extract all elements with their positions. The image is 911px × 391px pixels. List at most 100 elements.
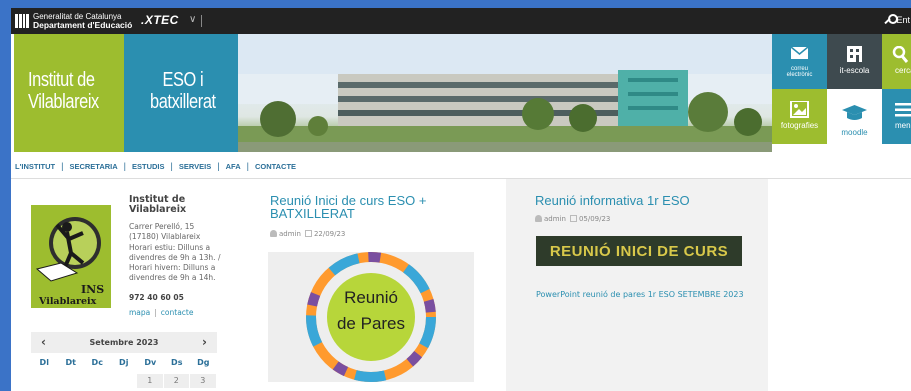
- banner-name-line1: Institut de: [28, 69, 95, 91]
- hamburger-icon: [895, 103, 911, 117]
- user-icon: [535, 215, 542, 222]
- calendar-title: Setembre 2023: [89, 338, 159, 347]
- school-card-name: Institut de Vilablareix: [129, 195, 229, 215]
- weekday-label: Dt: [65, 358, 76, 367]
- nav-item-afa[interactable]: AFA: [226, 162, 241, 171]
- logo-text-vilablareix: Vilablareix: [38, 296, 97, 307]
- xtec-logo[interactable]: .XTEC: [141, 13, 179, 27]
- search-icon: [892, 46, 909, 63]
- powerpoint-link[interactable]: PowerPoint reunió de pares 1r ESO SETEMB…: [536, 287, 748, 302]
- graduation-cap-icon: [842, 105, 867, 120]
- calendar-day-empty: [111, 374, 138, 388]
- chevron-right-icon[interactable]: ›: [202, 335, 207, 349]
- post-meta: admin 22/09/23: [270, 230, 345, 238]
- hours-winter-line1: Horari hivern: Dilluns a: [129, 263, 216, 273]
- levels-title: ESO i batxillerat: [150, 69, 216, 113]
- post-card: Reunió informativa 1r ESO admin 05/09/23 …: [506, 179, 768, 391]
- school-address: Carrer Perelló, 15 (17180) Vilablareix H…: [129, 222, 247, 284]
- nav-item-institut[interactable]: L'INSTITUT: [15, 162, 55, 171]
- weekday-label: Dc: [91, 358, 103, 367]
- chevron-down-icon[interactable]: ∨: [189, 14, 196, 25]
- photos-tile-button[interactable]: fotografies: [772, 89, 827, 144]
- calendar-week-row: 1 2 3: [31, 374, 217, 388]
- school-links: mapa | contacte: [129, 308, 193, 317]
- building-icon: [847, 46, 862, 62]
- mail-tile-label: correu electrònic: [772, 66, 827, 78]
- link-separator: |: [154, 308, 157, 317]
- nav-item-contacte[interactable]: CONTACTE: [255, 162, 296, 171]
- search-tile-button[interactable]: cerca: [882, 34, 911, 89]
- nav-separator: |: [123, 161, 127, 171]
- post-image[interactable]: Reunió de Pares: [268, 252, 474, 382]
- school-logo-illustration: INS Vilablareix: [35, 217, 104, 307]
- it-escola-tile-button[interactable]: it-escola: [827, 34, 882, 89]
- school-name-line2: Vilablareix: [129, 204, 187, 215]
- main-nav-items: L'INSTITUT | SECRETARIA | ESTUDIS | SERV…: [15, 161, 296, 171]
- main-nav: L'INSTITUT | SECRETARIA | ESTUDIS | SERV…: [11, 152, 911, 179]
- calendar-icon: [304, 230, 312, 237]
- post-banner-text: REUNIÓ INICI DE CURS: [549, 243, 729, 260]
- calendar-day-empty: [58, 374, 85, 388]
- calendar-header: ‹ Setembre 2023 ›: [31, 332, 217, 353]
- top-bar: Generalitat de Catalunya Departament d'E…: [11, 8, 911, 34]
- post-author: admin: [279, 230, 301, 238]
- levels-box[interactable]: ESO i batxillerat: [124, 34, 238, 152]
- calendar-day[interactable]: 3: [190, 374, 217, 388]
- contact-link[interactable]: contacte: [161, 308, 194, 317]
- school-phone[interactable]: 972 40 60 05: [129, 293, 184, 302]
- nav-separator: |: [217, 161, 220, 171]
- menu-tile-button[interactable]: menú: [882, 89, 911, 144]
- hours-summer-line2: divendres de 9h a 13h. /: [129, 252, 221, 262]
- post-date: 22/09/23: [313, 230, 346, 238]
- building-illustration: [238, 34, 772, 152]
- weekday-label: Dg: [197, 358, 210, 367]
- login-link[interactable]: Ent: [883, 14, 910, 25]
- generalitat-logo-text[interactable]: Generalitat de Catalunya Departament d'E…: [33, 12, 132, 30]
- weekday-label: Dj: [119, 358, 129, 367]
- banner-levels-line1: ESO i: [162, 69, 204, 91]
- nav-separator: |: [246, 161, 249, 171]
- nav-item-serveis[interactable]: SERVEIS: [179, 162, 211, 171]
- post-title-link[interactable]: Reunió informativa 1r ESO: [535, 194, 755, 207]
- menu-tile-label: menú: [895, 121, 911, 130]
- hours-winter-line2: divendres de 9h a 14h.: [129, 273, 216, 283]
- post-image-text-line1: Reunió: [344, 288, 398, 307]
- calendar-day[interactable]: 1: [137, 374, 164, 388]
- calendar-day[interactable]: 2: [163, 374, 190, 388]
- mail-tile-button[interactable]: correu electrònic: [772, 34, 827, 89]
- nav-separator: |: [170, 161, 173, 171]
- nav-separator: |: [61, 161, 64, 171]
- calendar-icon: [569, 215, 577, 222]
- moodle-tile-button[interactable]: moodle: [827, 89, 882, 152]
- post-image-text-line2: de Pares: [336, 314, 406, 333]
- generalitat-logo-icon[interactable]: [15, 14, 29, 28]
- nav-item-secretaria[interactable]: SECRETARIA: [69, 162, 117, 171]
- photos-tile-label: fotografies: [780, 121, 819, 130]
- user-icon: [270, 230, 277, 237]
- post-date: 05/09/23: [578, 215, 611, 223]
- gencat-line2: Departament d'Educació: [33, 20, 133, 30]
- nav-item-estudis[interactable]: ESTUDIS: [132, 162, 165, 171]
- post-card: Reunió Inici de curs ESO + BATXILLERAT a…: [244, 179, 506, 391]
- post-banner-image[interactable]: REUNIÓ INICI DE CURS: [536, 236, 742, 266]
- browser-page: Generalitat de Catalunya Departament d'E…: [11, 8, 911, 391]
- search-tile-label: cerca: [895, 66, 911, 75]
- it-escola-label: it-escola: [839, 66, 870, 75]
- calendar-weekdays: Dl Dt Dc Dj Dv Ds Dg: [31, 358, 217, 367]
- post-title-link[interactable]: Reunió Inici de curs ESO + BATXILLERAT: [270, 194, 490, 220]
- calendar-day-empty: [31, 374, 58, 388]
- calendar-day-empty: [84, 374, 111, 388]
- moodle-tile-label: moodle: [841, 128, 868, 137]
- logo-text-ins: INS: [81, 283, 104, 296]
- login-label: Ent: [896, 15, 911, 25]
- school-name-title: Institut de Vilablareix: [28, 69, 99, 113]
- weekday-label: Ds: [171, 358, 183, 367]
- envelope-icon: [790, 46, 809, 59]
- map-link[interactable]: mapa: [129, 308, 150, 317]
- weekday-label: Dv: [144, 358, 157, 367]
- banner-levels-line2: batxillerat: [150, 91, 216, 113]
- post-meta: admin 05/09/23: [535, 215, 610, 223]
- address-line2: (17180) Vilablareix: [129, 232, 201, 242]
- school-name-box[interactable]: Institut de Vilablareix: [14, 34, 124, 152]
- school-logo[interactable]: INS Vilablareix: [31, 205, 111, 308]
